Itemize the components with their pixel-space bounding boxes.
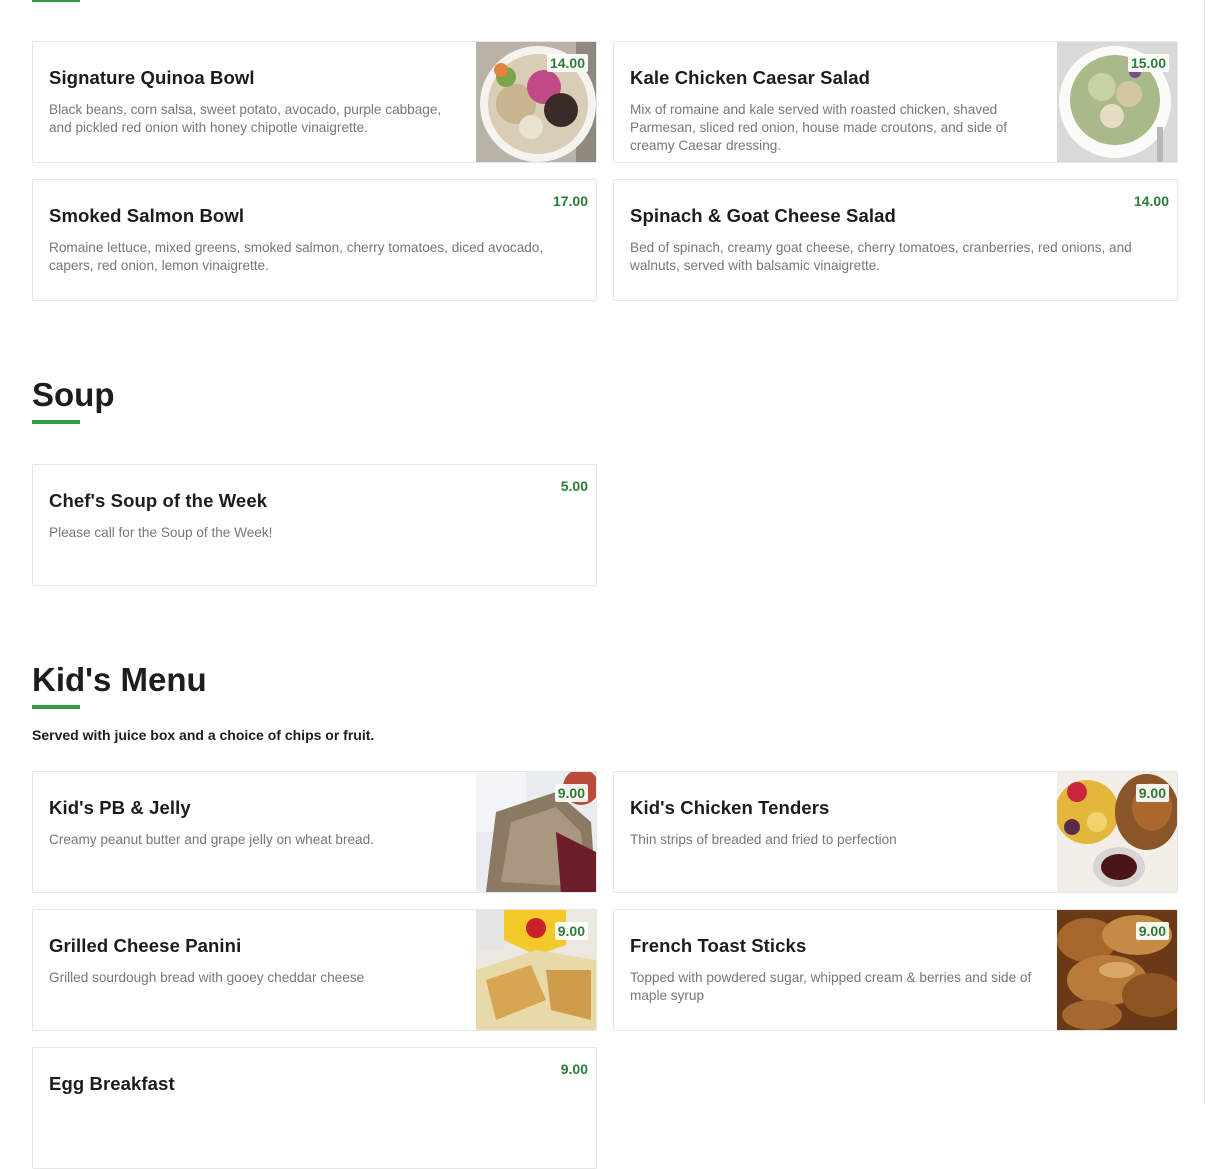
menu-item-card[interactable]: Chef's Soup of the Week Please call for … bbox=[32, 464, 597, 586]
menu-item-price: 5.00 bbox=[560, 478, 588, 494]
menu-item-description: Please call for the Soup of the Week! bbox=[49, 525, 273, 540]
menu-item-price: 9.00 bbox=[1135, 784, 1169, 802]
section-title-kids-menu: Kid's Menu bbox=[32, 661, 207, 698]
page-edge-divider bbox=[1204, 0, 1205, 1104]
menu-item-card[interactable]: Kid's Chicken Tenders Thin strips of bre… bbox=[613, 771, 1178, 893]
section-underline bbox=[32, 0, 80, 2]
menu-item-name: Kid's PB & Jelly bbox=[49, 797, 191, 818]
menu-item-card[interactable]: Kid's PB & Jelly Creamy peanut butter an… bbox=[32, 771, 597, 893]
menu-item-card[interactable]: Egg Breakfast 9.00 bbox=[32, 1047, 597, 1169]
menu-item-price: 14.00 bbox=[546, 54, 588, 72]
menu-item-description: Thin strips of breaded and fried to perf… bbox=[630, 832, 897, 847]
section-note: Served with juice box and a choice of ch… bbox=[32, 727, 375, 743]
menu-item-description: Black beans, corn salsa, sweet potato, a… bbox=[49, 102, 442, 135]
menu-item-name: Grilled Cheese Panini bbox=[49, 935, 242, 956]
menu-item-price: 17.00 bbox=[552, 193, 588, 209]
menu-item-card[interactable]: French Toast Sticks Topped with powdered… bbox=[613, 909, 1178, 1031]
menu-item-name: Spinach & Goat Cheese Salad bbox=[630, 205, 896, 226]
menu-item-price: 9.00 bbox=[560, 1061, 588, 1077]
menu-item-name: Kid's Chicken Tenders bbox=[630, 797, 830, 818]
menu-item-price: 9.00 bbox=[554, 784, 588, 802]
menu-item-card[interactable]: Spinach & Goat Cheese Salad Bed of spina… bbox=[613, 179, 1178, 301]
menu-item-card[interactable]: Grilled Cheese Panini Grilled sourdough … bbox=[32, 909, 597, 1031]
menu-item-price: 9.00 bbox=[554, 922, 588, 940]
menu-item-description: Grilled sourdough bread with gooey chedd… bbox=[49, 970, 365, 985]
menu-item-card[interactable]: Smoked Salmon Bowl Romaine lettuce, mixe… bbox=[32, 179, 597, 301]
menu-item-description: Bed of spinach, creamy goat cheese, cher… bbox=[630, 240, 1132, 273]
menu-item-description: Mix of romaine and kale served with roas… bbox=[630, 102, 1008, 153]
menu-item-name: Signature Quinoa Bowl bbox=[49, 67, 255, 88]
section-underline bbox=[32, 705, 80, 709]
menu-item-name: Chef's Soup of the Week bbox=[49, 490, 268, 511]
menu-item-name: French Toast Sticks bbox=[630, 935, 807, 956]
section-title-soup: Soup bbox=[32, 376, 115, 413]
menu-item-description: Romaine lettuce, mixed greens, smoked sa… bbox=[49, 240, 544, 273]
menu-item-price: 9.00 bbox=[1135, 922, 1169, 940]
section-underline bbox=[32, 420, 80, 424]
menu-item-card[interactable]: Kale Chicken Caesar Salad Mix of romaine… bbox=[613, 41, 1178, 163]
menu-item-price: 15.00 bbox=[1127, 54, 1169, 72]
menu-item-description: Topped with powdered sugar, whipped crea… bbox=[630, 970, 1032, 1003]
menu-item-card[interactable]: Signature Quinoa Bowl Black beans, corn … bbox=[32, 41, 597, 163]
menu-item-price: 14.00 bbox=[1133, 193, 1169, 209]
menu-item-name: Kale Chicken Caesar Salad bbox=[630, 67, 871, 88]
menu-item-name: Egg Breakfast bbox=[49, 1073, 175, 1094]
menu-item-description: Creamy peanut butter and grape jelly on … bbox=[49, 832, 374, 847]
menu-item-name: Smoked Salmon Bowl bbox=[49, 205, 245, 226]
